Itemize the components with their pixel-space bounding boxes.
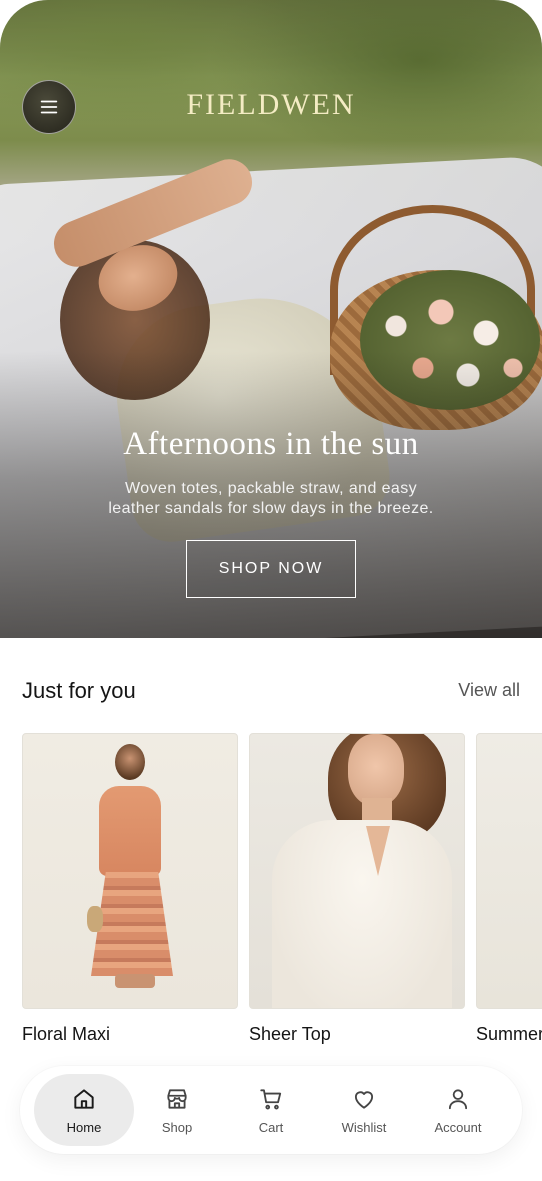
product-name[interactable]: Floral Maxi [22,1024,238,1045]
user-icon [448,1088,468,1109]
shop-now-button[interactable]: SHOP NOW [186,540,356,598]
app-screen: FIELDWEN Afternoons in the sun Woven tot… [0,0,542,1181]
view-all-link[interactable]: View all [458,680,520,701]
tab-wishlist[interactable]: Wishlist [314,1074,414,1146]
product-card-summer[interactable]: Summer [476,733,542,1045]
heart-icon [354,1090,374,1109]
tab-label: Wishlist [341,1119,387,1135]
product-image[interactable] [22,733,238,1009]
hero-headline: Afternoons in the sun [123,426,419,462]
product-carousel[interactable]: Floral Maxi Sheer Top Summer [22,733,542,1053]
store-icon [167,1088,187,1109]
tab-shop[interactable]: Shop [127,1074,227,1146]
straw-bag [87,906,103,932]
product-name[interactable]: Summer [476,1024,542,1045]
tab-label: Account [434,1119,482,1135]
section-title: Just for you [22,678,136,703]
dress-skirt [91,872,173,976]
blouse [272,820,452,1008]
product-image[interactable] [249,733,465,1009]
product-card-sheer-top[interactable]: Sheer Top [249,733,465,1045]
model-feet [115,974,155,988]
hero-banner: FIELDWEN Afternoons in the sun Woven tot… [0,0,542,638]
home-icon [74,1088,94,1109]
tab-home[interactable]: Home [34,1074,134,1146]
hero-subtext: Woven totes, packable straw, and easy le… [70,479,472,519]
tab-cart[interactable]: Cart [221,1074,321,1146]
bottom-tab-bar: Home Shop Cart Wishlist Account [20,1066,522,1154]
cart-icon [260,1088,282,1109]
brand-logo[interactable]: FIELDWEN [0,88,542,122]
hero-subtext-line-1: Woven totes, packable straw, and easy [125,480,417,497]
model-head [115,744,145,780]
product-name[interactable]: Sheer Top [249,1024,465,1045]
model-face [348,734,404,806]
tab-label: Home [66,1119,102,1135]
tab-label: Shop [161,1119,193,1135]
hero-subtext-line-2: leather sandals for slow days in the bre… [108,500,434,517]
product-image[interactable] [476,733,542,1009]
tab-account[interactable]: Account [408,1074,508,1146]
product-card-floral-maxi[interactable]: Floral Maxi [22,733,238,1045]
dress-bodice [99,786,161,876]
tab-label: Cart [258,1119,284,1135]
